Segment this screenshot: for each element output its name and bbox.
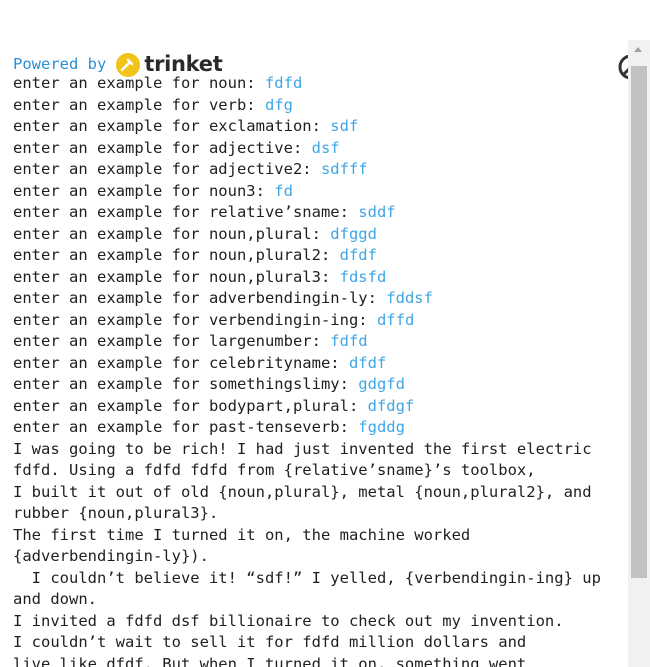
console-output: Powered by trinket enter an example for … (0, 40, 628, 667)
scroll-up-arrow-icon[interactable] (634, 47, 642, 52)
prompt-answer: sdfff (320, 160, 368, 178)
story-line: I was going to be rich! I had just inven… (13, 439, 592, 458)
prompt-line: enter an example for adjective2: sdfff (13, 159, 625, 181)
prompt-line: enter an example for adjective: dsf (13, 138, 625, 160)
prompt-label: enter an example for noun,plural3: (13, 267, 340, 286)
story-text: I was going to be rich! I had just inven… (13, 439, 625, 667)
prompt-answer: fdfd (330, 332, 368, 350)
prompt-label: enter an example for exclamation: (13, 117, 331, 135)
prompt-line: enter an example for celebrityname: dfdf (13, 353, 625, 375)
prompt-label: enter an example for past-tenseverb: (13, 418, 359, 436)
prompt-line: enter an example for noun3: fd (13, 181, 625, 203)
prompt-line: enter an example for noun,plural2: dfdf (13, 245, 625, 267)
story-line: I invited a fdfd dsf billionaire to chec… (13, 611, 564, 630)
prompt-line: enter an example for bodypart,plural: df… (13, 396, 625, 418)
scrollbar-thumb[interactable] (631, 66, 647, 578)
prompt-answer: sddf (358, 203, 396, 221)
prompt-label: enter an example for adjective: (13, 138, 312, 157)
prompt-label: enter an example for noun,plural2: (13, 246, 340, 264)
story-line: I couldn’t believe it! “sdf!” I yelled, … (13, 568, 601, 587)
prompt-label: enter an example for verb: (13, 95, 265, 114)
prompt-line: enter an example for verb: dfg (13, 95, 625, 117)
prompt-label: enter an example for bodypart,plural: (13, 396, 368, 415)
prompt-list: enter an example for noun: fdfd enter an … (13, 73, 625, 439)
story-line: rubber {noun,plural3}. (13, 504, 219, 522)
prompt-line: enter an example for adverbendingin-ly: … (13, 288, 625, 310)
story-line: {adverbendingin-ly}). (13, 547, 209, 565)
prompt-answer: fd (274, 181, 293, 200)
prompt-label: enter an example for noun: (13, 74, 265, 92)
prompt-label: enter an example for celebrityname: (13, 353, 349, 372)
prompt-answer: dfggd (330, 224, 377, 243)
prompt-label: enter an example for noun,plural: (13, 224, 331, 243)
story-line: and down. (13, 590, 97, 608)
vertical-scrollbar[interactable] (628, 40, 650, 667)
prompt-answer: sdf (330, 117, 359, 135)
prompt-line: enter an example for noun: fdfd (13, 73, 625, 95)
prompt-label: enter an example for somethingslimy: (13, 375, 359, 393)
prompt-line: enter an example for largenumber: fdfd (13, 331, 625, 353)
prompt-answer: fgddg (358, 418, 405, 436)
prompt-answer: gdgfd (358, 375, 405, 393)
prompt-line: enter an example for noun,plural: dfggd (13, 224, 625, 246)
prompt-answer: dffd (376, 310, 415, 329)
prompt-label: enter an example for relative’sname: (13, 203, 359, 221)
prompt-label: enter an example for verbendingin-ing: (13, 310, 377, 329)
prompt-answer: dsf (311, 138, 340, 157)
prompt-label: enter an example for adjective2: (13, 160, 321, 178)
prompt-answer: dfdf (348, 353, 387, 372)
prompt-line: enter an example for exclamation: sdf (13, 116, 625, 138)
prompt-line: enter an example for somethingslimy: gdg… (13, 374, 625, 396)
prompt-label: enter an example for noun3: (13, 181, 275, 200)
story-line: I built it out of old {noun,plural}, met… (13, 482, 592, 501)
prompt-answer: dfdgf (367, 396, 415, 415)
prompt-answer: fdsfd (339, 267, 387, 286)
story-line: I couldn’t wait to sell it for fdfd mill… (13, 633, 527, 651)
story-line: The first time I turned it on, the machi… (13, 525, 471, 544)
prompt-line: enter an example for verbendingin-ing: d… (13, 310, 625, 332)
story-line: fdfd. Using a fdfd fdfd from {relative’s… (13, 461, 536, 479)
prompt-line: enter an example for noun,plural3: fdsfd (13, 267, 625, 289)
prompt-line: enter an example for relative’sname: sdd… (13, 202, 625, 224)
prompt-label: enter an example for adverbendingin-ly: (13, 289, 387, 307)
prompt-answer: dfdf (339, 246, 377, 264)
story-line: live like dfdf. But when I turned it on,… (13, 654, 527, 667)
output-lines: enter an example for noun: fdfd enter an … (13, 73, 625, 667)
prompt-answer: fdfd (264, 74, 303, 92)
prompt-line: enter an example for past-tenseverb: fgd… (13, 417, 625, 439)
prompt-answer: dfg (264, 95, 293, 114)
prompt-label: enter an example for largenumber: (13, 332, 331, 350)
prompt-answer: fddsf (386, 289, 433, 307)
